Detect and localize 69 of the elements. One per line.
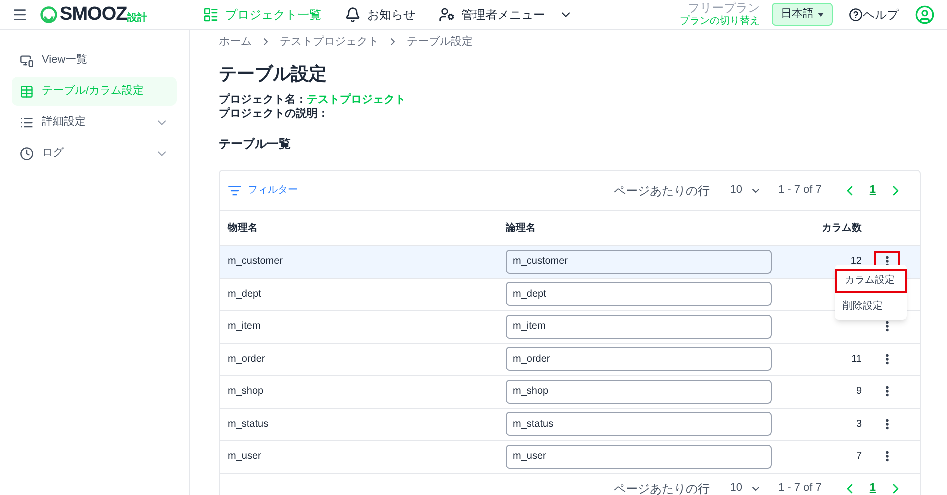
list-icon [20, 116, 34, 130]
logical-name-field[interactable]: m_item [506, 314, 772, 339]
page-title: テーブル設定 [219, 62, 328, 85]
breadcrumb-link[interactable]: ホーム [219, 34, 252, 50]
more-vertical-icon [886, 451, 888, 462]
table-row[interactable]: m_status m_status 3 [220, 408, 920, 441]
sidebar-item[interactable]: View一覧 [12, 46, 177, 75]
table-cell-text: m_item [228, 320, 262, 334]
list-icon [203, 6, 220, 22]
filter-icon [228, 184, 242, 198]
rows-per-page-label: ページあたりの行 [614, 480, 710, 495]
section-title: テーブル一覧 [219, 136, 292, 153]
column-header: 論理名 [506, 222, 537, 236]
logo-suffix: 設計 [127, 14, 148, 24]
more-vertical-icon [886, 321, 888, 332]
bell-icon [345, 6, 362, 22]
menu-item[interactable]: カラム設定 [835, 268, 907, 292]
logical-name-field[interactable]: m_customer [506, 250, 772, 274]
table-row[interactable]: m_shop m_shop 9 [220, 376, 920, 408]
project-name: テストプロジェクト [307, 94, 406, 106]
column-header: カラム数 [822, 222, 862, 236]
table-cell-text: m_status [228, 418, 270, 432]
page-range: 1 - 7 of 7 [778, 481, 822, 495]
table-icon [20, 84, 34, 98]
table-cell-text: m_customer [228, 255, 284, 270]
table-cell-text: m_order [228, 352, 266, 367]
table-cell-text: 3 [856, 418, 862, 432]
logical-name-field[interactable]: m_dept [506, 282, 772, 306]
table-cell-text: 11 [852, 352, 862, 367]
menu-icon[interactable] [12, 6, 28, 22]
project-description-label: プロジェクトの説明： [219, 107, 330, 121]
nav-link[interactable]: お知らせ [345, 6, 416, 24]
breadcrumb-link[interactable]: テストプロジェクト [280, 34, 379, 50]
logo-icon [40, 6, 58, 24]
more-vertical-icon [886, 418, 888, 430]
column-header: 物理名 [228, 222, 259, 236]
plan-name: フリープラン [688, 0, 760, 16]
table-row[interactable]: m_order m_order 11 [220, 344, 920, 376]
project-name-label: プロジェクト名： [219, 94, 307, 106]
rows-per-page-label: ページあたりの行 [614, 182, 710, 200]
table-cell-text: m_dept [228, 288, 262, 302]
logical-name-field[interactable]: m_order [506, 347, 772, 372]
table-cell-text: 7 [856, 450, 862, 464]
language-select[interactable]: 日本語 [772, 3, 833, 26]
sidebar-item[interactable]: 詳細設定 [12, 108, 177, 137]
logo-text: SMOOZ [60, 5, 128, 24]
table-cell-text: 9 [856, 385, 862, 400]
clock-icon [20, 146, 34, 160]
logical-name-field[interactable]: m_user [506, 444, 772, 469]
table-cell-text: m_shop [228, 385, 265, 400]
table-cell-text: 12 [850, 255, 862, 270]
table-cell-text: m_user [228, 450, 262, 464]
help-icon [849, 8, 863, 22]
table-row[interactable]: m_item m_item [220, 311, 920, 344]
screen-icon [20, 54, 34, 68]
rows-per-page-select[interactable]: 10 [730, 182, 762, 199]
logical-name-field[interactable]: m_shop [506, 380, 772, 404]
sidebar-item[interactable]: ログ [12, 139, 177, 168]
rows-per-page-select[interactable]: 10 [730, 480, 762, 495]
more-vertical-icon [886, 386, 888, 398]
help-button[interactable]: ヘルプ [849, 6, 899, 24]
page-range: 1 - 7 of 7 [778, 183, 822, 198]
more-vertical-icon [886, 354, 888, 365]
user-gear-icon [439, 6, 456, 22]
nav-link[interactable]: 管理者メニュー [439, 6, 574, 24]
filter-button[interactable]: フィルター [228, 183, 298, 198]
logical-name-field[interactable]: m_status [506, 412, 772, 436]
table-row[interactable]: m_user m_user 7 [220, 441, 920, 474]
breadcrumb-link[interactable]: テーブル設定 [407, 34, 473, 50]
